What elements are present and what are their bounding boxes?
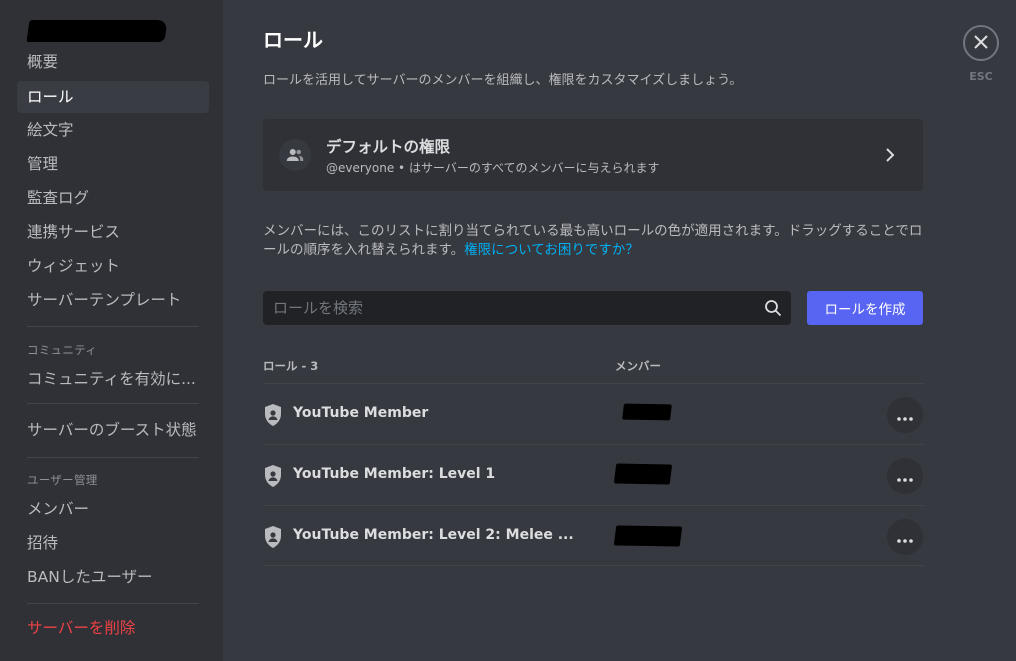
role-row[interactable]: YouTube Member [263,383,923,444]
redacted-member-count [622,403,672,421]
search-icon [764,299,782,321]
sidebar-item-enable-community[interactable]: コミュニティを有効に... [17,363,209,395]
settings-sidebar: 概要 ロール 絵文字 管理 監査ログ 連携サービス ウィジェット サーバーテンプ… [0,0,223,661]
sidebar-item-bans[interactable]: BANしたユーザー [17,561,209,593]
shield-user-icon [263,525,283,553]
column-header-roles: ロール - 3 [263,359,319,373]
create-role-button[interactable]: ロールを作成 [807,291,923,325]
role-info-text: メンバーには、このリストに割り当てられている最も高いロールの色が適用されます。ド… [263,222,923,260]
sidebar-item-moderation[interactable]: 管理 [17,148,209,180]
role-search[interactable] [263,291,791,325]
members-icon [279,139,311,171]
shield-user-icon [263,464,283,492]
role-name: YouTube Member: Level 2: Melee ... [293,527,574,543]
redacted-member-count [613,525,683,547]
sidebar-item-overview[interactable]: 概要 [17,46,209,78]
sidebar-item-members[interactable]: メンバー [17,493,209,525]
permissions-help-link[interactable]: 権限についてお困りですか？ [464,242,639,258]
sidebar-item-roles[interactable]: ロール [17,81,209,113]
more-icon [897,406,913,425]
sidebar-divider [27,457,199,458]
sidebar-item-server-template[interactable]: サーバーテンプレート [17,284,209,316]
more-icon [897,528,913,547]
default-permissions-subtitle: @everyone • はサーバーのすべてのメンバーに与えられます [326,161,660,175]
role-options-button[interactable] [887,397,923,433]
more-icon [897,467,913,486]
redacted-server-name [26,20,168,42]
role-options-button[interactable] [887,519,923,555]
role-row[interactable]: YouTube Member: Level 2: Melee ... [263,505,923,566]
sidebar-header-user-management: ユーザー管理 [27,473,98,487]
sidebar-divider [27,603,199,604]
role-search-input[interactable] [263,291,791,325]
sidebar-item-emoji[interactable]: 絵文字 [17,114,209,146]
sidebar-item-audit-log[interactable]: 監査ログ [17,182,209,214]
page-title: ロール [263,28,323,52]
roles-settings-panel: ロール ロールを活用してサーバーのメンバーを組織し、権限をカスタマイズしましょう… [223,0,1016,661]
sidebar-item-widget[interactable]: ウィジェット [17,250,209,282]
role-name: YouTube Member [293,405,429,421]
sidebar-item-invites[interactable]: 招待 [17,527,209,559]
sidebar-divider [27,326,199,327]
default-permissions-title: デフォルトの権限 [326,138,451,156]
role-row[interactable]: YouTube Member: Level 1 [263,444,923,505]
chevron-right-icon [885,147,895,167]
sidebar-item-delete-server[interactable]: サーバーを削除 [17,612,209,644]
esc-label: ESC [969,70,993,83]
shield-user-icon [263,403,283,431]
close-icon [974,34,988,53]
sidebar-header-community: コミュニティ [27,343,98,357]
role-name: YouTube Member: Level 1 [293,466,496,482]
redacted-member-count [613,463,673,485]
role-options-button[interactable] [887,458,923,494]
sidebar-item-integrations[interactable]: 連携サービス [17,216,209,248]
page-description: ロールを活用してサーバーのメンバーを組織し、権限をカスタマイズしましょう。 [263,73,743,88]
sidebar-item-server-boost[interactable]: サーバーのブースト状態 [17,414,209,446]
sidebar-divider [27,403,199,404]
default-permissions-card[interactable]: デフォルトの権限 @everyone • はサーバーのすべてのメンバーに与えられ… [263,119,923,191]
column-header-members: メンバー [615,359,661,373]
close-settings-button[interactable] [963,25,999,61]
